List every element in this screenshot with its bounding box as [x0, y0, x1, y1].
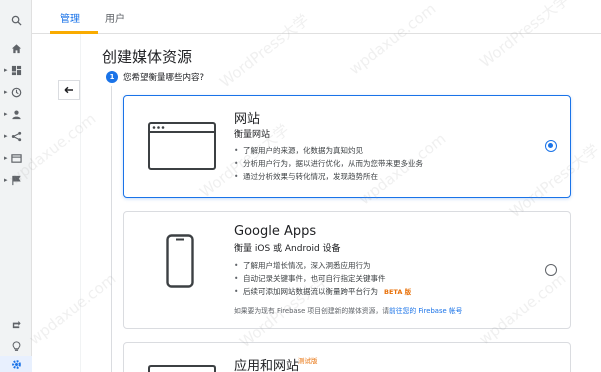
- conversions-nav[interactable]: ▸: [0, 170, 32, 190]
- display-icon: [10, 153, 22, 163]
- smartphone-icon: [166, 234, 194, 288]
- caret-right-icon: ▸: [4, 132, 8, 140]
- card-subtitle: 衡量网站: [234, 130, 271, 140]
- firebase-note-text: 如果要为现有 Firebase 项目创建新的媒体资源，请: [234, 307, 389, 315]
- search-icon[interactable]: [0, 10, 32, 30]
- admin-nav[interactable]: [0, 356, 32, 372]
- firebase-account-link[interactable]: 前往您的 Firebase 帐号: [389, 307, 462, 315]
- card-subtitle: 衡量 iOS 或 Android 设备: [234, 244, 341, 254]
- fork-icon: [11, 131, 21, 141]
- step-number-badge: 1: [106, 71, 118, 83]
- back-button[interactable]: [58, 80, 80, 100]
- clock-icon: [11, 87, 21, 97]
- caret-right-icon: ▸: [4, 176, 8, 184]
- top-tab-bar: 管理 用户: [32, 0, 601, 34]
- person-icon: [11, 110, 21, 119]
- card-title: 网站: [234, 112, 261, 127]
- radio-apps[interactable]: [545, 264, 557, 276]
- caret-right-icon: ▸: [4, 66, 8, 74]
- browser-window-icon: [148, 122, 216, 170]
- attribution-nav[interactable]: [0, 314, 32, 334]
- firebase-note: 如果要为现有 Firebase 项目创建新的媒体资源，请前往您的 Firebas…: [234, 305, 462, 315]
- gear-icon: [11, 359, 21, 369]
- caret-right-icon: ▸: [4, 88, 8, 96]
- column-divider: [80, 34, 81, 372]
- loop-icon: [12, 320, 21, 328]
- dashboard-nav[interactable]: ▸: [0, 60, 32, 80]
- watermark: wpdaxue.com: [25, 269, 120, 349]
- active-tab-indicator: [50, 31, 98, 34]
- lightbulb-icon: [12, 340, 20, 351]
- tab-admin[interactable]: 管理: [60, 10, 80, 25]
- left-nav-rail: ▸ ▸ ▸ ▸ ▸ ▸: [0, 0, 32, 372]
- list-item: 分析用户行为，据以进行优化，从而为您带来更多业务: [234, 157, 423, 170]
- feature-list: 了解用户增长情况，深入洞悉应用行为 自动记录关键事件，也可自行指定关键事件 后续…: [234, 259, 411, 298]
- discover-nav[interactable]: [0, 336, 32, 356]
- option-card-apps[interactable]: Google Apps 衡量 iOS 或 Android 设备 了解用户增长情况…: [123, 211, 571, 329]
- caret-right-icon: ▸: [4, 154, 8, 162]
- beta-badge: BETA 版: [384, 288, 412, 296]
- option-card-web[interactable]: 网站 衡量网站 了解用户的来源，化数据为真知灼见 分析用户行为，据以进行优化，从…: [123, 95, 571, 198]
- acquisition-nav[interactable]: ▸: [0, 126, 32, 146]
- list-item: 了解用户的来源，化数据为真知灼见: [234, 144, 423, 157]
- audience-nav[interactable]: ▸: [0, 104, 32, 124]
- behavior-nav[interactable]: ▸: [0, 148, 32, 168]
- radio-web[interactable]: [545, 140, 557, 152]
- card-title: 应用和网站: [234, 359, 300, 372]
- list-item: 了解用户增长情况，深入洞悉应用行为: [234, 259, 411, 272]
- flag-icon: [11, 175, 21, 185]
- beta-badge: 测试版: [298, 357, 318, 365]
- list-item: 通过分析效果与转化情况，发现趋势所在: [234, 170, 423, 183]
- option-card-apps-and-web[interactable]: 应用和网站 测试版: [123, 342, 571, 372]
- feature-list: 了解用户的来源，化数据为真知灼见 分析用户行为，据以进行优化，从而为您带来更多业…: [234, 144, 423, 183]
- list-item: 后续可添加网站数据流以衡量跨平台行为 BETA 版: [234, 285, 411, 298]
- home-icon[interactable]: [0, 38, 32, 58]
- card-title: Google Apps: [234, 224, 317, 239]
- step-question: 您希望衡量哪些内容?: [123, 73, 205, 83]
- realtime-nav[interactable]: ▸: [0, 82, 32, 102]
- list-item: 自动记录关键事件，也可自行指定关键事件: [234, 272, 411, 285]
- arrow-back-icon: [64, 86, 73, 94]
- dashboard-icon: [11, 65, 21, 75]
- tab-user[interactable]: 用户: [105, 10, 125, 25]
- browser-window-icon: [148, 365, 216, 372]
- page-title: 创建媒体资源: [102, 48, 193, 66]
- caret-right-icon: ▸: [4, 110, 8, 118]
- list-item-text: 后续可添加网站数据流以衡量跨平台行为: [243, 287, 378, 296]
- step-connector-line: [111, 86, 112, 372]
